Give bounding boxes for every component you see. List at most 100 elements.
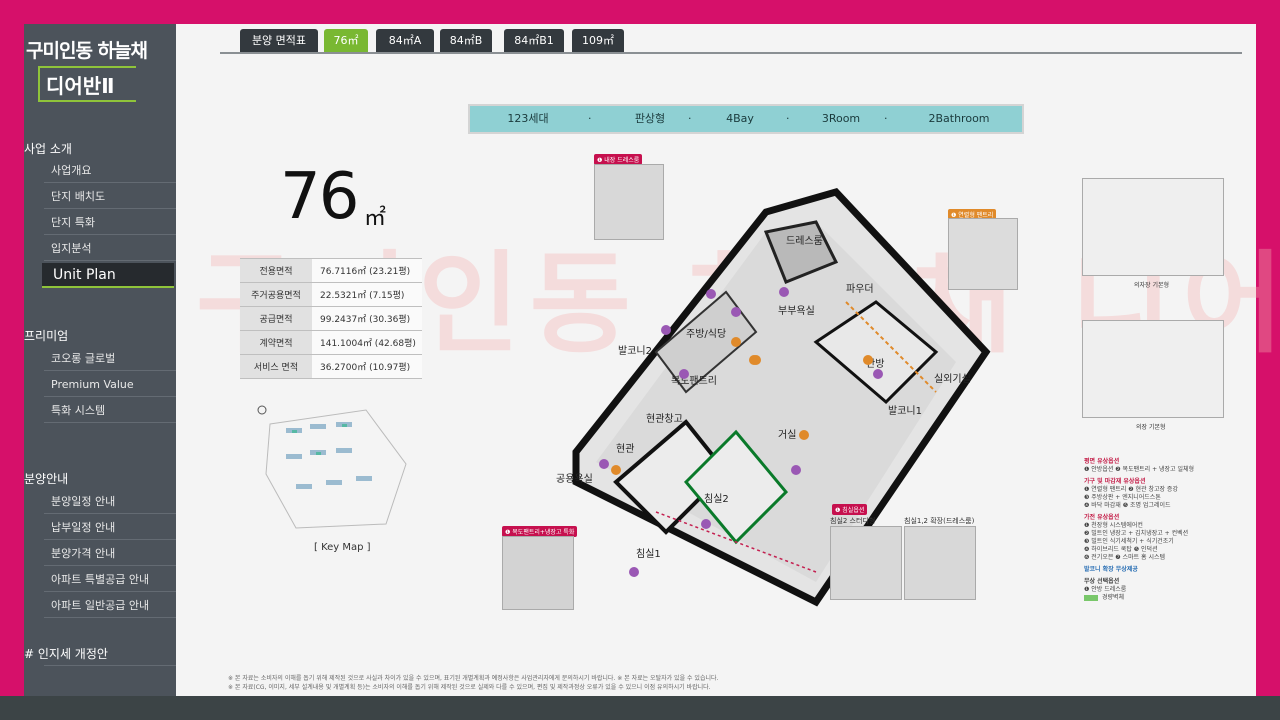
tab-underline (220, 52, 1242, 54)
table-row: 계약면적 141.1004㎡ (42.68평) (240, 330, 422, 355)
room-balcony1: 발코니1 (888, 405, 922, 417)
table-row: 주거공용면적 22.5321㎡ (7.15평) (240, 282, 422, 307)
spec-room: 3Room (821, 112, 861, 125)
spec-bar: 123세대 · 판상형 · 4Bay · 3Room · 2Bathroom (468, 104, 1024, 134)
option-legend: 평면 유상옵션 ❶ 안방옵션 ❷ 복도팬트리 + 냉장고 일체형 가구 및 마감… (1084, 454, 1224, 602)
room-balcony2: 발코니2 (618, 345, 652, 357)
area-label: 공급면적 (240, 306, 312, 331)
nav-section-sales[interactable]: 분양안내 (24, 470, 68, 487)
spec-type: 판상형 (634, 112, 666, 125)
area-table: 전용면적 76.7116㎡ (23.21평) 주거공용면적 22.5321㎡ (7.… (240, 258, 422, 379)
nav-item-layout[interactable]: 단지 배치도 (44, 184, 176, 209)
tab-84a[interactable]: 84㎡A (376, 29, 434, 53)
legend-line: ❷ 빌트인 냉장고 + 김치냉장고 + 컨벡션 (1084, 530, 1189, 537)
footer-notes: ※ 본 자료는 소비자의 이해를 돕기 위해 제작된 것으로 사실과 차이가 있… (228, 674, 748, 692)
tab-76[interactable]: 76㎡ (324, 29, 368, 53)
footer-line: ※ 본 자료는 소비자의 이해를 돕기 위해 제작된 것으로 사실과 차이가 있… (228, 675, 719, 682)
spec-bath: 2Bathroom (928, 112, 990, 125)
area-label: 주거공용면적 (240, 282, 312, 307)
nav-item-premium-value[interactable]: Premium Value (44, 372, 176, 397)
site-boundary (265, 409, 407, 529)
thumb-label: 침실1,2 확장(드레스룸) (904, 517, 975, 525)
frame-left (0, 0, 24, 720)
area-label: 서비스 면적 (240, 354, 312, 379)
legend-heading: 무상 선택옵션 (1084, 578, 1120, 585)
area-label: 전용면적 (240, 258, 312, 283)
nav-section-business[interactable]: 사업 소개 (24, 140, 72, 157)
key-map[interactable] (256, 404, 424, 534)
table-row: 서비스 면적 36.2700㎡ (10.97평) (240, 354, 422, 379)
nav-item-feature[interactable]: 단지 특화 (44, 210, 176, 235)
legend-line: 경량벽체 (1084, 594, 1224, 602)
nav-item-schedule[interactable]: 분양일정 안내 (44, 489, 176, 514)
thumb-corridor[interactable] (502, 536, 574, 610)
frame-top (0, 0, 1280, 24)
compass-icon (257, 405, 267, 415)
thumb-pantry[interactable] (948, 218, 1018, 290)
mini-plan-1[interactable] (1082, 178, 1224, 276)
building-blocks (286, 422, 372, 489)
tab-84b[interactable]: 84㎡B (440, 29, 492, 53)
thumb-extension[interactable] (904, 526, 976, 600)
room-bath: 공용욕실 (556, 473, 593, 485)
area-value: 36.2700㎡ (10.97평) (312, 354, 422, 379)
legend-line: ❶ 안방옵션 ❷ 복도팬트리 + 냉장고 일체형 (1084, 466, 1195, 473)
nav-item-system[interactable]: 특화 시스템 (44, 398, 176, 423)
thumb-dressroom[interactable] (594, 164, 664, 240)
room-master-bath: 부부욕실 (778, 305, 815, 317)
mini-plan-2[interactable] (1082, 320, 1224, 418)
legend-line: ❹ 바닥 마감재 ❺ 조명 업그레이드 (1084, 502, 1171, 509)
legend-heading: 가전 유상옵션 (1084, 514, 1120, 521)
legend-line: ❸ 빌트인 식기세척기 + 식기건조기 (1084, 538, 1174, 545)
spec-separator: · (884, 112, 888, 125)
brand-subtitle[interactable]: 디어반Ⅱ (46, 70, 114, 99)
area-value: 22.5321㎡ (7.15평) (312, 282, 422, 307)
nav-section-stamp-tax[interactable]: # 인지세 개정안 (24, 645, 108, 662)
nav-item-payment[interactable]: 납부일정 안내 (44, 515, 176, 540)
nav-item-price[interactable]: 분양가격 안내 (44, 541, 176, 566)
room-multi: 복도팬트리 (671, 375, 717, 387)
unit-size: 76 (280, 160, 359, 234)
legend-heading: 평면 유상옵션 (1084, 458, 1120, 465)
legend-heading: 가구 및 마감재 유상옵션 (1084, 478, 1146, 485)
callout-option: ❶ 침실옵션 (832, 504, 868, 515)
divider (44, 665, 176, 666)
legend-swatch (1084, 594, 1098, 601)
table-row: 전용면적 76.7116㎡ (23.21평) (240, 258, 422, 283)
unit-symbol: ㎡ (364, 206, 387, 231)
room-kitchen: 주방/식당 (686, 328, 726, 340)
legend-line: ❶ 천장형 시스템에어컨 (1084, 522, 1143, 529)
area-value: 99.2437㎡ (30.36평) (312, 306, 422, 331)
table-row: 공급면적 99.2437㎡ (30.36평) (240, 306, 422, 331)
spec-bay: 4Bay (726, 112, 754, 125)
room-bed2: 침실2 (704, 493, 729, 505)
nav-item-general-supply[interactable]: 아파트 일반공급 안내 (44, 593, 176, 618)
frame-right (1256, 0, 1280, 720)
nav-item-special-supply[interactable]: 아파트 특별공급 안내 (44, 567, 176, 592)
nav-section-premium[interactable]: 프리미엄 (24, 327, 68, 344)
legend-line: ❻ 전기오븐 ❼ 스마트 홈 시스템 (1084, 554, 1166, 561)
footer-line: ※ 본 자료(CG, 이미지, 세부 설계내용 및 개별계획 등)는 소비자의 … (228, 684, 711, 691)
legend-line: ❸ 주방상판 + 엔지니어드스톤 (1084, 494, 1161, 501)
tab-84b1[interactable]: 84㎡B1 (504, 29, 564, 53)
area-label: 계약면적 (240, 330, 312, 355)
nav-item-kolon[interactable]: 코오롱 글로벌 (44, 346, 176, 371)
legend-line: ❶ 연렬형 팬트리 ❷ 현관 창고장 증강 (1084, 486, 1178, 493)
main-panel: 분양 면적표 76㎡ 84㎡A 84㎡B 84㎡B1 109㎡ 123세대 · … (176, 24, 1280, 696)
legend-line: ❶ 안방 드레스룸 (1084, 586, 1127, 593)
tab-area-table[interactable]: 분양 면적표 (240, 29, 318, 53)
mini-plan-1-label: 의자장 기본형 (1134, 282, 1170, 289)
nav-item-overview[interactable]: 사업개요 (44, 158, 176, 183)
key-map-label: [ Key Map ] (314, 542, 371, 553)
area-value: 76.7116㎡ (23.21평) (312, 258, 422, 283)
room-dress: 드레스룸 (786, 235, 823, 247)
frame-bottom (0, 696, 1280, 720)
legend-line-text: 경량벽체 (1102, 594, 1125, 601)
tab-109[interactable]: 109㎡ (572, 29, 624, 53)
nav-item-unit-plan[interactable]: Unit Plan (42, 263, 174, 288)
thumb-study[interactable] (830, 526, 902, 600)
brand-title[interactable]: 구미인동 하늘채 (26, 36, 148, 63)
mini-plan-2-label: 의장 기본형 (1136, 424, 1166, 431)
nav-item-location[interactable]: 입지분석 (44, 236, 176, 261)
room-entrance: 현관 (616, 443, 634, 455)
